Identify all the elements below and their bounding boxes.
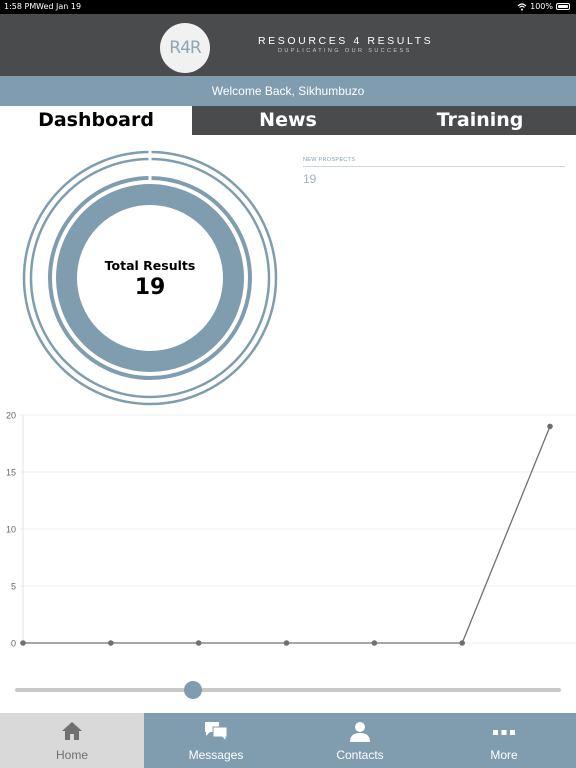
data-point (371, 640, 378, 646)
tab-more-label: More (490, 748, 518, 762)
more-icon (493, 730, 515, 735)
r4r-logo: R4R (160, 23, 210, 73)
chart-range-slider[interactable] (15, 680, 561, 700)
data-point (20, 640, 26, 646)
tab-messages-label: Messages (188, 748, 244, 762)
data-point (283, 640, 290, 646)
total-results-value: 19 (134, 275, 166, 300)
home-icon (62, 722, 82, 740)
data-point (547, 423, 553, 430)
status-time: 1:58 PM (4, 2, 37, 11)
tab-contacts-label: Contacts (336, 748, 384, 762)
tab-training[interactable]: Training (384, 106, 576, 135)
data-point (195, 640, 202, 646)
messages-icon (205, 722, 228, 741)
tab-messages[interactable]: Messages (144, 713, 288, 768)
brand-tagline: DUPLICATING OUR SUCCESS (278, 48, 412, 54)
y-tick-label: 5 (11, 582, 16, 592)
tab-dashboard[interactable]: Dashboard (0, 106, 192, 135)
total-results-label: Total Results (104, 258, 196, 273)
slider-thumb[interactable] (183, 681, 202, 699)
slider-track[interactable] (15, 688, 561, 692)
y-tick-label: 0 (11, 639, 16, 649)
battery-percent: 100% (530, 2, 553, 11)
data-point (108, 640, 114, 646)
top-tabs: Dashboard News Training (0, 106, 576, 135)
series-line (23, 426, 551, 644)
new-prospects-value: 19 (303, 172, 317, 186)
contacts-icon (350, 722, 370, 742)
y-tick-label: 20 (6, 411, 16, 421)
wifi-icon (517, 2, 527, 10)
tab-more[interactable]: More (432, 713, 576, 768)
y-tick-label: 15 (6, 468, 16, 478)
tab-home[interactable]: Home (0, 713, 144, 768)
new-prospects-divider (303, 166, 565, 167)
y-tick-label: 10 (6, 525, 16, 535)
new-prospects-label: NEW PROSPECTS (303, 157, 356, 163)
status-right: 100% (517, 2, 570, 11)
battery-icon (556, 3, 570, 10)
status-bar: 1:58 PM Wed Jan 19 100% (0, 0, 576, 14)
tab-news[interactable]: News (192, 106, 384, 135)
tab-contacts[interactable]: Contacts (288, 713, 432, 768)
brand-name: RESOURCES 4 RESULTS (258, 35, 434, 47)
bottom-tab-bar: Home Messages Contacts More (0, 713, 576, 768)
welcome-banner: Welcome Back, Sikhumbuzo (0, 76, 576, 106)
data-point (459, 640, 465, 646)
status-date: Wed Jan 19 (36, 2, 82, 11)
results-line-chart: 0 5 10 15 20 (6, 411, 576, 649)
tab-home-label: Home (55, 748, 88, 762)
